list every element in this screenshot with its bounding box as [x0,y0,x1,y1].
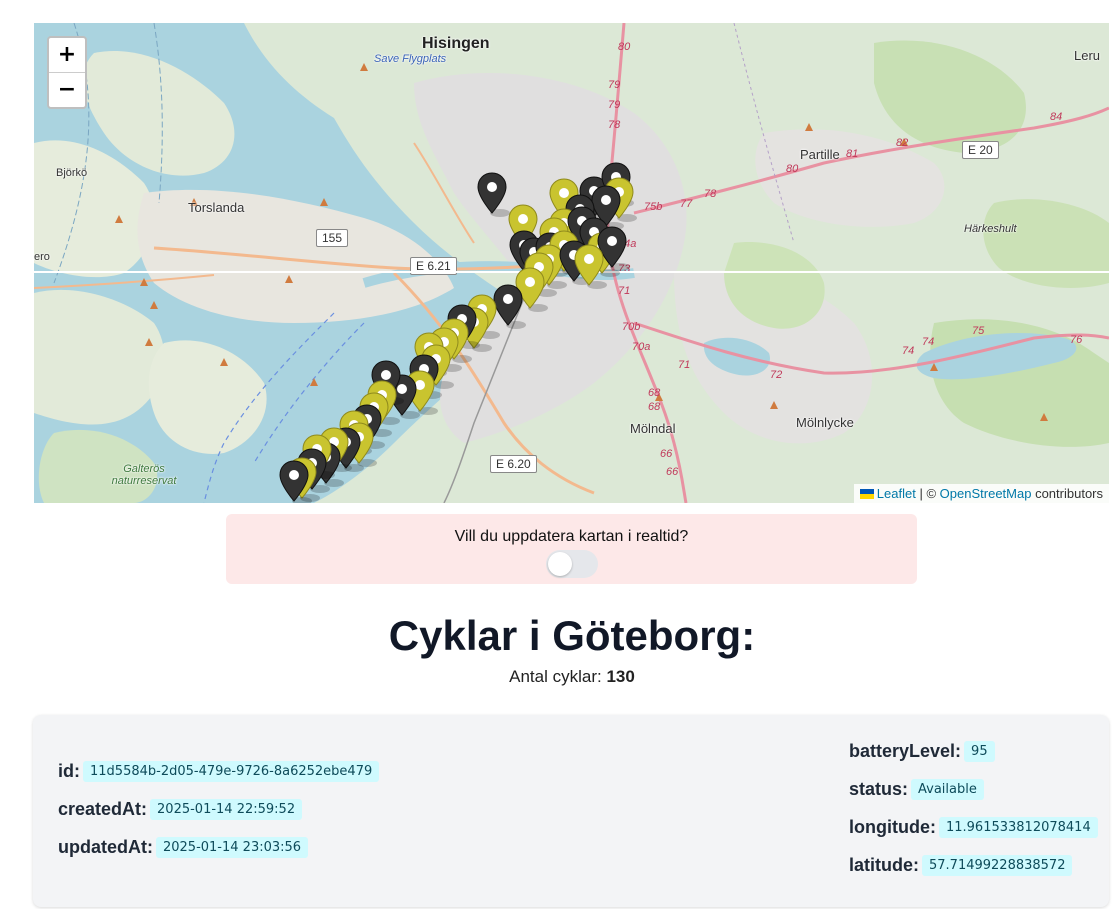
osm-link[interactable]: OpenStreetMap [940,486,1032,501]
marker-layer [279,162,637,503]
field-value: 57.71499228838572 [922,855,1073,876]
attribution-tail: contributors [1035,486,1103,501]
field-label: id: [58,761,80,781]
field-longitude: longitude: 11.961533812078414 [849,817,1098,838]
field-status: status: Available [849,779,984,800]
bike-count: Antal cyklar: 130 [0,667,1114,687]
realtime-panel: Vill du uppdatera kartan i realtid? [226,514,917,584]
field-value: 2025-01-14 23:03:56 [155,837,309,858]
field-value: 95 [964,741,995,762]
realtime-toggle[interactable] [545,550,598,578]
field-label: createdAt: [58,799,148,819]
zoom-control: + − [47,36,87,109]
bike-count-label: Antal cyklar: [509,667,602,686]
field-value: 2025-01-14 22:59:52 [150,799,303,820]
field-label: updatedAt: [58,837,153,857]
bike-count-value: 130 [606,667,635,686]
field-created-at: createdAt: 2025-01-14 22:59:52 [58,799,303,820]
field-battery-level: batteryLevel: 95 [849,741,995,762]
bike-card: id: 11d5584b-2d05-479e-9726-8a6252ebe479… [33,715,1109,907]
bike-map[interactable]: Hisingen Save Flygplats Leru Björkö Tors… [34,23,1109,503]
ukraine-flag-icon [859,489,874,499]
field-value: Available [911,779,984,800]
field-updated-at: updatedAt: 2025-01-14 23:03:56 [58,837,309,858]
field-label: longitude: [849,817,936,837]
toggle-knob [547,552,572,576]
leaflet-link[interactable]: Leaflet [877,486,916,501]
field-label: latitude: [849,855,919,875]
field-label: status: [849,779,909,799]
attribution-separator: | © [919,486,937,501]
field-value: 11d5584b-2d05-479e-9726-8a6252ebe479 [83,761,380,782]
field-label: batteryLevel: [849,741,962,761]
realtime-question: Vill du uppdatera kartan i realtid? [454,528,689,545]
map-attribution: Leaflet | © OpenStreetMap contributors [853,484,1109,503]
zoom-in-button[interactable]: + [49,38,85,72]
field-latitude: latitude: 57.71499228838572 [849,855,1073,876]
field-id: id: 11d5584b-2d05-479e-9726-8a6252ebe479 [58,761,380,782]
zoom-out-button[interactable]: − [49,72,85,107]
bike-marker-dark[interactable] [477,172,510,217]
page-title: Cyklar i Göteborg: [388,612,756,659]
field-value: 11.961533812078414 [938,817,1098,838]
